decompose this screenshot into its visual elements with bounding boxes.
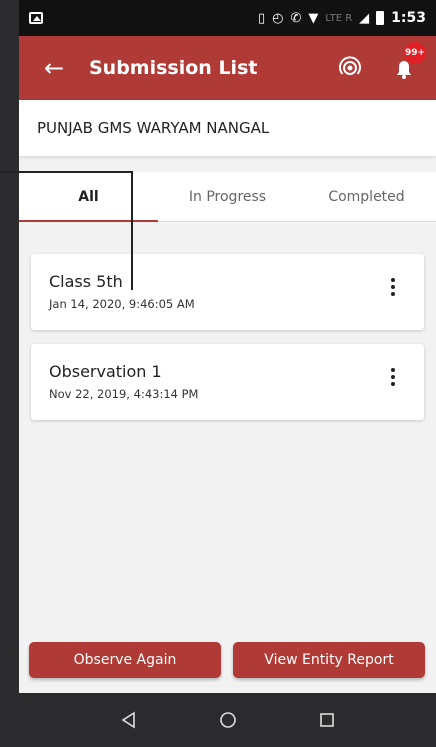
- alarm-icon: ◴: [272, 10, 284, 26]
- network-label: LTE R: [325, 12, 353, 24]
- nav-home-icon[interactable]: [208, 700, 248, 740]
- tab-bar: All In Progress Completed: [19, 172, 436, 222]
- more-vert-icon[interactable]: [390, 368, 396, 386]
- submission-date: Jan 14, 2020, 9:46:05 AM: [49, 297, 195, 311]
- wifi-icon: ▼: [308, 10, 319, 26]
- submission-title: Observation 1: [49, 362, 162, 381]
- screen: ▯ ◴ ✆ ▼ LTE R ◢ 1:53 ← Submission List 9…: [0, 0, 436, 747]
- submission-card[interactable]: Class 5th Jan 14, 2020, 9:46:05 AM: [31, 254, 424, 330]
- page-title: Submission List: [89, 57, 258, 79]
- more-vert-icon[interactable]: [390, 278, 396, 296]
- cell-signal-icon: ◢: [359, 10, 370, 26]
- submission-date: Nov 22, 2019, 4:43:14 PM: [49, 387, 199, 401]
- app-bar: ← Submission List 99+: [19, 36, 436, 100]
- tab-all[interactable]: All: [19, 172, 158, 222]
- vibrate-icon: ▯: [258, 10, 266, 26]
- nav-home-icon-svg: [219, 712, 236, 728]
- notification-badge: 99+: [404, 42, 426, 64]
- nav-back-icon-svg: [121, 711, 135, 729]
- nav-recents-icon-svg: [319, 713, 334, 727]
- nav-recents-icon[interactable]: [307, 700, 347, 740]
- entity-name: PUNJAB GMS WARYAM NANGAL: [19, 100, 436, 156]
- battery-icon: [376, 11, 385, 25]
- submission-card[interactable]: Observation 1 Nov 22, 2019, 4:43:14 PM: [31, 344, 424, 420]
- phone-screen: ▯ ◴ ✆ ▼ LTE R ◢ 1:53 ← Submission List 9…: [19, 0, 436, 747]
- bell-icon[interactable]: 99+: [388, 42, 426, 84]
- status-bar: ▯ ◴ ✆ ▼ LTE R ◢ 1:53: [19, 0, 436, 36]
- signal-icon[interactable]: [334, 52, 366, 84]
- observe-again-button[interactable]: Observe Again: [29, 642, 221, 678]
- image-icon: [29, 12, 43, 24]
- system-nav-bar: [19, 693, 436, 747]
- submission-title: Class 5th: [49, 272, 123, 291]
- tab-in-progress[interactable]: In Progress: [158, 172, 297, 221]
- call-lte-icon: ✆: [290, 10, 302, 26]
- back-arrow-icon[interactable]: ←: [19, 54, 89, 82]
- clock: 1:53: [391, 10, 426, 26]
- view-entity-report-button[interactable]: View Entity Report: [233, 642, 425, 678]
- annotation-line: [131, 171, 133, 290]
- signal-icon-svg: [339, 56, 361, 75]
- tab-completed[interactable]: Completed: [297, 172, 436, 221]
- annotation-line: [0, 171, 132, 173]
- status-icons: ▯ ◴ ✆ ▼ LTE R ◢ 1:53: [258, 10, 426, 26]
- nav-back-icon[interactable]: [109, 700, 149, 740]
